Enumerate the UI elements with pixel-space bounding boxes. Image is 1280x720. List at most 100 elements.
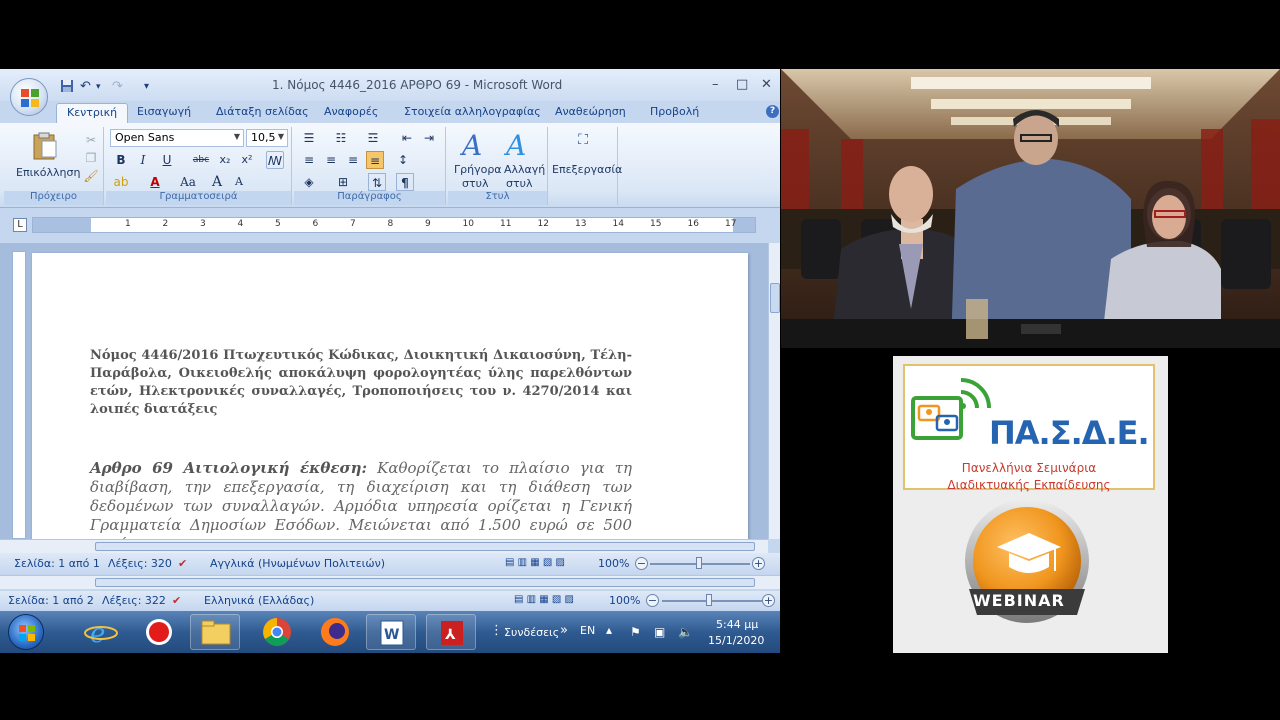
minimize-button[interactable]: – — [712, 77, 719, 92]
network-icon[interactable]: ▣ — [654, 625, 665, 639]
clock-date[interactable]: 15/1/2020 — [708, 634, 764, 647]
bold-button[interactable]: B — [112, 151, 130, 169]
justify-icon[interactable]: ≡ — [366, 151, 384, 169]
tab-view[interactable]: Προβολή — [650, 105, 699, 118]
tab-home[interactable]: Κεντρική — [56, 103, 129, 123]
zoom-out-icon[interactable]: − — [646, 594, 659, 607]
zoom-slider[interactable] — [706, 594, 712, 606]
tab-mailings[interactable]: Στοιχεία αλληλογραφίας — [404, 105, 541, 118]
volume-icon[interactable]: 🔈 — [678, 625, 693, 639]
start-button[interactable] — [8, 614, 44, 650]
status-language[interactable]: Αγγλικά (Ηνωμένων Πολιτειών) — [210, 557, 385, 570]
status-zoom[interactable]: 100% — [598, 557, 629, 570]
chrome-taskbar-button[interactable] — [252, 614, 302, 650]
shrink-font-button[interactable]: A — [230, 173, 248, 191]
strikethrough-button[interactable]: abc — [192, 151, 210, 169]
align-left-icon[interactable]: ≡ — [300, 151, 318, 169]
sort-icon[interactable]: ⇅ — [368, 173, 386, 191]
title-bar[interactable]: ↶ ▾ ↷ ▾ 1. Νόμος 4446_2016 ΑΡΘΡΟ 69 - Mi… — [0, 69, 780, 101]
show-marks-icon[interactable]: ¶ — [396, 173, 414, 191]
font-size-combo[interactable]: 10,5 ▼ — [246, 129, 288, 147]
numbering-icon[interactable]: ☷ — [332, 129, 350, 147]
outer-scrollbar[interactable] — [0, 575, 780, 589]
tab-selector-button[interactable]: L — [13, 218, 27, 232]
article-paragraph[interactable]: Αρθρο 69 Αιτιολογική έκθεση: Καθορίζεται… — [90, 459, 632, 539]
connections-toolbar[interactable]: Συνδέσεις — [504, 626, 559, 639]
decrease-indent-icon[interactable]: ⇤ — [398, 129, 416, 147]
status-words-outer[interactable]: Λέξεις: 322 — [102, 594, 166, 607]
quick-styles-button[interactable]: A Γρήγορα στυλ — [452, 127, 502, 190]
cut-icon[interactable]: ✂ — [82, 131, 100, 149]
maximize-button[interactable]: □ — [736, 77, 748, 92]
close-button[interactable]: ✕ — [761, 77, 772, 92]
italic-button[interactable]: I — [134, 151, 152, 169]
subscript-button[interactable]: x₂ — [216, 151, 234, 169]
document-title-paragraph[interactable]: Νόμος 4446/2016 Πτωχευτικός Κώδικας, Διο… — [90, 347, 632, 419]
office-button[interactable] — [10, 78, 48, 116]
editing-button[interactable]: ⛶ Επεξεργασία — [550, 127, 622, 189]
superscript-button[interactable]: x² — [238, 151, 256, 169]
highlight-icon[interactable]: ab — [112, 173, 130, 191]
align-center-icon[interactable]: ≡ — [322, 151, 340, 169]
tab-insert[interactable]: Εισαγωγή — [137, 105, 191, 118]
multilevel-list-icon[interactable]: ☲ — [364, 129, 382, 147]
shading-icon[interactable]: ◈ — [300, 173, 318, 191]
status-page[interactable]: Σελίδα: 1 από 1 — [14, 557, 100, 570]
pdf-taskbar-button[interactable]: ⅄ — [426, 614, 476, 650]
action-center-icon[interactable]: ⚑ — [630, 625, 641, 639]
tab-references[interactable]: Αναφορές — [324, 105, 378, 118]
horizontal-scroll-thumb[interactable] — [95, 542, 755, 551]
document-page[interactable]: Νόμος 4446/2016 Πτωχευτικός Κώδικας, Διο… — [32, 253, 748, 539]
zoom-slider[interactable] — [696, 557, 702, 569]
status-zoom-outer[interactable]: 100% — [609, 594, 640, 607]
bullets-icon[interactable]: ☰ — [300, 129, 318, 147]
change-case-button[interactable]: Aa — [176, 173, 200, 191]
proofing-icon[interactable]: ✔ — [178, 557, 187, 570]
ie-taskbar-button[interactable]: e — [76, 614, 126, 650]
underline-button[interactable]: U — [158, 151, 176, 169]
media-taskbar-button[interactable] — [134, 614, 184, 650]
tab-page-layout[interactable]: Διάταξη σελίδας — [216, 105, 309, 118]
tray-expand-icon[interactable]: ▴ — [606, 623, 612, 637]
view-buttons-icon[interactable]: ▤ ▥ ▦ ▧ ▨ — [505, 557, 565, 568]
language-indicator[interactable]: EN — [580, 624, 595, 637]
status-page-outer[interactable]: Σελίδα: 1 από 2 — [8, 594, 94, 607]
vertical-scroll-thumb[interactable] — [770, 283, 780, 313]
align-right-icon[interactable]: ≡ — [344, 151, 362, 169]
redo-icon[interactable]: ↷ — [112, 79, 123, 94]
increase-indent-icon[interactable]: ⇥ — [420, 129, 438, 147]
customize-toolbar-icon[interactable]: ▾ — [144, 81, 149, 92]
zoom-in-icon[interactable]: + — [762, 594, 775, 607]
outer-scroll-thumb[interactable] — [95, 578, 755, 587]
line-spacing-icon[interactable]: ↕ — [394, 151, 412, 169]
borders-icon[interactable]: ⊞ — [334, 173, 352, 191]
clear-formatting-icon[interactable]: ꟿ — [266, 151, 284, 169]
grow-font-button[interactable]: A — [208, 173, 226, 191]
help-icon[interactable]: ? — [766, 105, 779, 118]
paste-button[interactable]: Επικόλληση — [16, 131, 80, 183]
save-icon[interactable] — [60, 79, 74, 97]
zoom-out-icon[interactable]: − — [635, 557, 648, 570]
status-words[interactable]: Λέξεις: 320 — [108, 557, 172, 570]
proofing-icon[interactable]: ✔ — [172, 594, 181, 607]
horizontal-ruler[interactable]: 1 2 3 4 5 6 7 8 9 10 11 12 13 14 15 16 17 — [32, 217, 756, 233]
format-painter-icon[interactable]: 🖌 — [82, 167, 100, 185]
word-taskbar-button[interactable]: W — [366, 614, 416, 650]
toolbar-expand-icon[interactable]: » — [560, 623, 568, 638]
firefox-taskbar-button[interactable] — [310, 614, 360, 650]
undo-dropdown-icon[interactable]: ▾ — [96, 82, 101, 92]
view-buttons-icon[interactable]: ▤ ▥ ▦ ▧ ▨ — [514, 594, 574, 605]
undo-icon[interactable]: ↶ — [80, 79, 91, 94]
explorer-taskbar-button[interactable] — [190, 614, 240, 650]
clock-time[interactable]: 5:44 μμ — [716, 618, 758, 631]
vertical-scrollbar[interactable] — [768, 243, 780, 539]
status-language-outer[interactable]: Ελληνικά (Ελλάδας) — [204, 594, 314, 607]
font-color-button[interactable]: A — [146, 173, 164, 191]
font-name-combo[interactable]: Open Sans ▼ — [110, 129, 244, 147]
horizontal-scrollbar[interactable] — [0, 539, 768, 553]
copy-icon[interactable]: ❐ — [82, 149, 100, 167]
tab-review[interactable]: Αναθεώρηση — [555, 105, 626, 118]
zoom-in-icon[interactable]: + — [752, 557, 765, 570]
change-styles-button[interactable]: A Αλλαγή στυλ — [500, 127, 546, 190]
vertical-ruler[interactable] — [12, 251, 26, 539]
